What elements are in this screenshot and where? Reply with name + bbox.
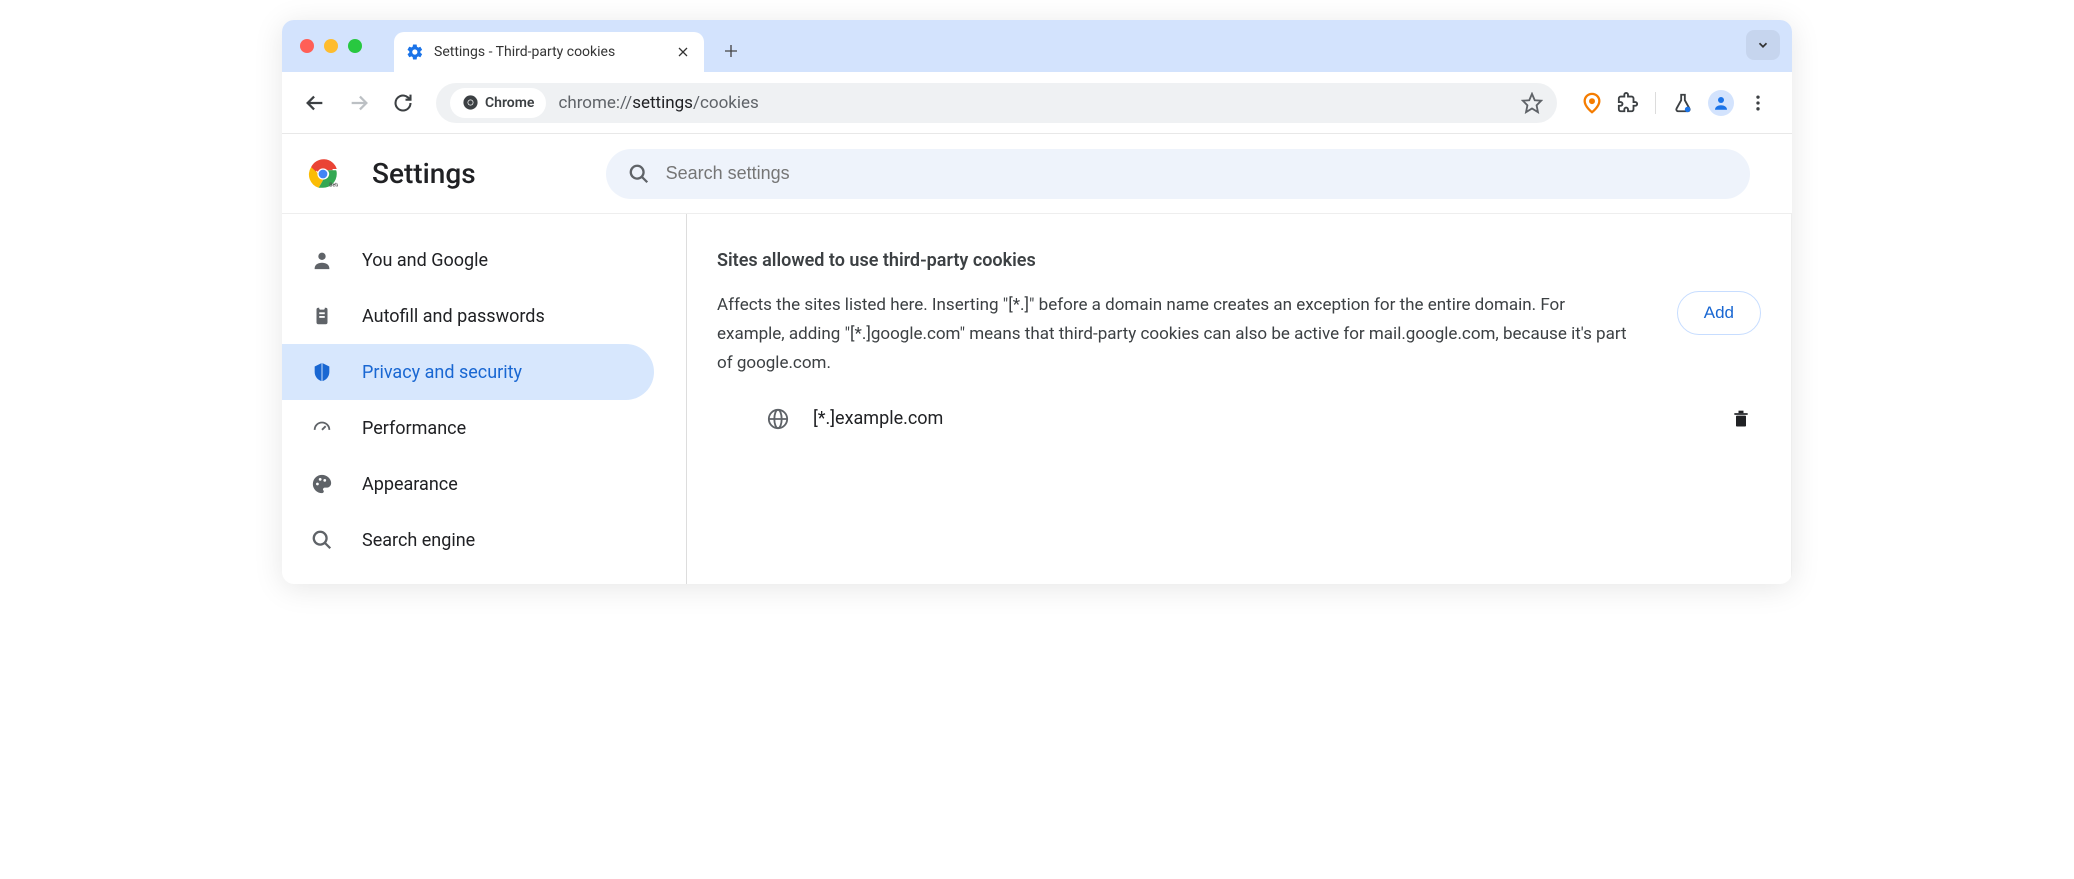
section-row: Affects the sites listed here. Inserting…: [717, 291, 1761, 378]
sidebar: You and Google Autofill and passwords Pr…: [282, 214, 687, 584]
site-row: [*.]example.com: [717, 408, 1761, 430]
section-title: Sites allowed to use third-party cookies: [717, 250, 1761, 271]
chrome-icon: [462, 94, 479, 111]
sidebar-item-label: You and Google: [362, 250, 488, 271]
settings-title: Settings: [372, 157, 476, 190]
sidebar-item-performance[interactable]: Performance: [282, 400, 654, 456]
tab-search-dropdown[interactable]: [1746, 30, 1780, 60]
settings-body: You and Google Autofill and passwords Pr…: [282, 214, 1792, 584]
sidebar-item-label: Autofill and passwords: [362, 306, 545, 327]
minimize-window-button[interactable]: [324, 39, 338, 53]
sidebar-item-appearance[interactable]: Appearance: [282, 456, 654, 512]
sidebar-item-privacy[interactable]: Privacy and security: [282, 344, 654, 400]
chrome-logo-icon: Beta: [308, 159, 338, 189]
sidebar-item-label: Performance: [362, 418, 466, 439]
sidebar-item-autofill[interactable]: Autofill and passwords: [282, 288, 654, 344]
sidebar-item-label: Privacy and security: [362, 362, 522, 383]
search-settings-input[interactable]: [666, 163, 1728, 184]
clipboard-icon: [310, 305, 334, 327]
section-description: Affects the sites listed here. Inserting…: [717, 291, 1637, 378]
search-icon: [628, 163, 650, 185]
search-settings-field[interactable]: [606, 149, 1750, 199]
extensions-puzzle-icon[interactable]: [1617, 92, 1639, 114]
gear-icon: [406, 43, 424, 61]
back-button[interactable]: [296, 84, 334, 122]
address-bar[interactable]: Chrome chrome://settings/cookies: [436, 83, 1557, 123]
browser-window: Settings - Third-party cookies Chrome: [282, 20, 1792, 584]
close-tab-button[interactable]: [674, 43, 692, 61]
sidebar-item-you-and-google[interactable]: You and Google: [282, 232, 654, 288]
traffic-lights: [300, 20, 394, 72]
kebab-menu-icon[interactable]: [1748, 93, 1768, 113]
forward-button[interactable]: [340, 84, 378, 122]
browser-tab[interactable]: Settings - Third-party cookies: [394, 32, 704, 72]
palette-icon: [310, 473, 334, 495]
reload-button[interactable]: [384, 84, 422, 122]
site-domain: [*.]example.com: [813, 408, 1707, 429]
site-chip-label: Chrome: [485, 95, 534, 111]
labs-flask-icon[interactable]: [1672, 92, 1694, 114]
add-button[interactable]: Add: [1677, 291, 1761, 335]
maximize-window-button[interactable]: [348, 39, 362, 53]
url-text: chrome://settings/cookies: [558, 93, 1509, 113]
extension-vpn-icon[interactable]: [1581, 92, 1603, 114]
speedometer-icon: [310, 417, 334, 439]
toolbar-actions: [1571, 90, 1778, 116]
new-tab-button[interactable]: [714, 34, 748, 68]
main-content: Sites allowed to use third-party cookies…: [687, 214, 1792, 584]
globe-icon: [767, 408, 789, 430]
toolbar: Chrome chrome://settings/cookies: [282, 72, 1792, 134]
tab-title: Settings - Third-party cookies: [434, 44, 664, 60]
delete-site-button[interactable]: [1731, 409, 1751, 429]
person-icon: [310, 249, 334, 271]
shield-icon: [310, 361, 334, 383]
site-chip[interactable]: Chrome: [450, 88, 546, 118]
svg-text:Beta: Beta: [329, 182, 338, 188]
sidebar-item-label: Appearance: [362, 474, 458, 495]
sidebar-item-label: Search engine: [362, 530, 475, 551]
close-window-button[interactable]: [300, 39, 314, 53]
tab-strip: Settings - Third-party cookies: [282, 20, 1792, 72]
settings-header: Beta Settings: [282, 134, 1792, 214]
profile-avatar[interactable]: [1708, 90, 1734, 116]
search-icon: [310, 529, 334, 551]
toolbar-separator: [1655, 92, 1656, 114]
sidebar-item-search-engine[interactable]: Search engine: [282, 512, 654, 568]
bookmark-star-icon[interactable]: [1521, 92, 1543, 114]
